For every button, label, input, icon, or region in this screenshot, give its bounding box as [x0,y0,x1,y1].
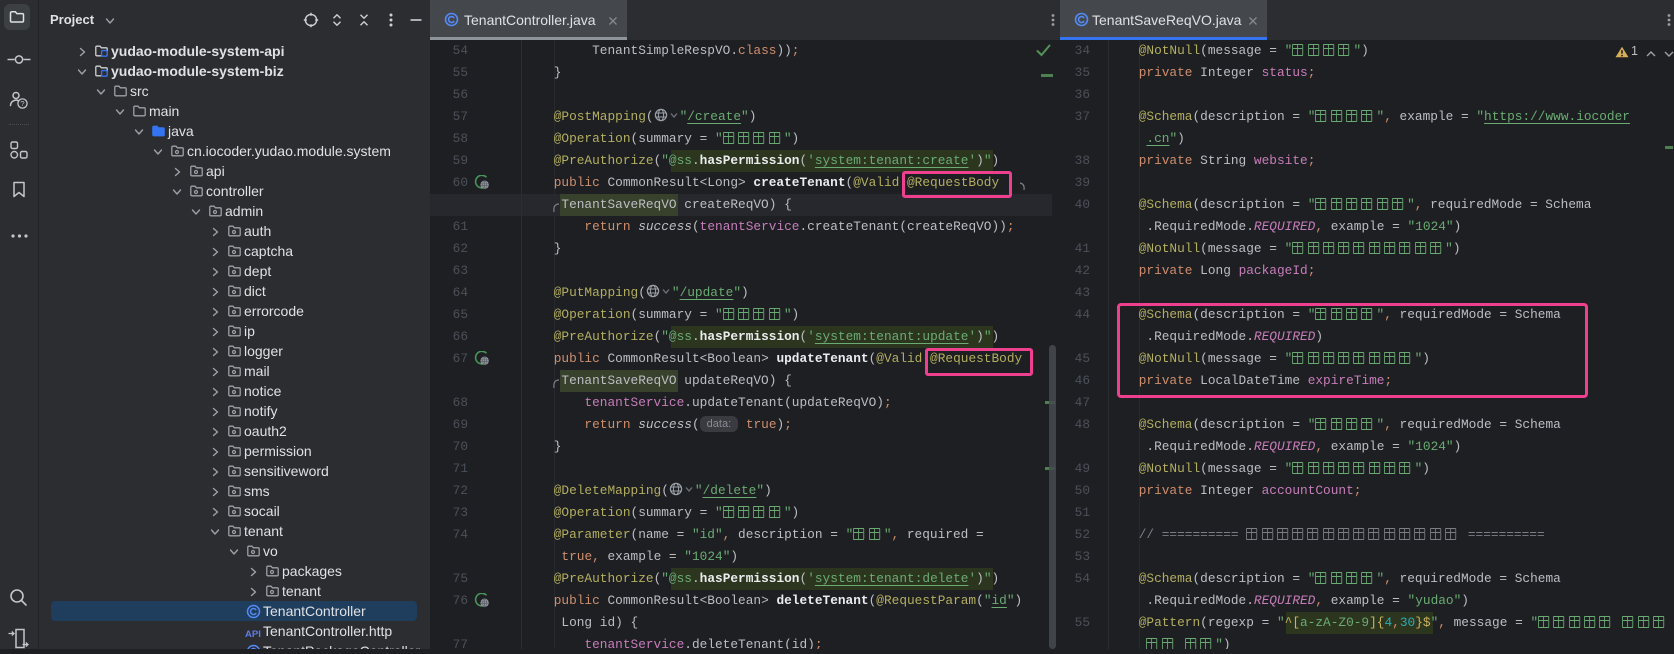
svg-text:?: ? [20,99,24,108]
